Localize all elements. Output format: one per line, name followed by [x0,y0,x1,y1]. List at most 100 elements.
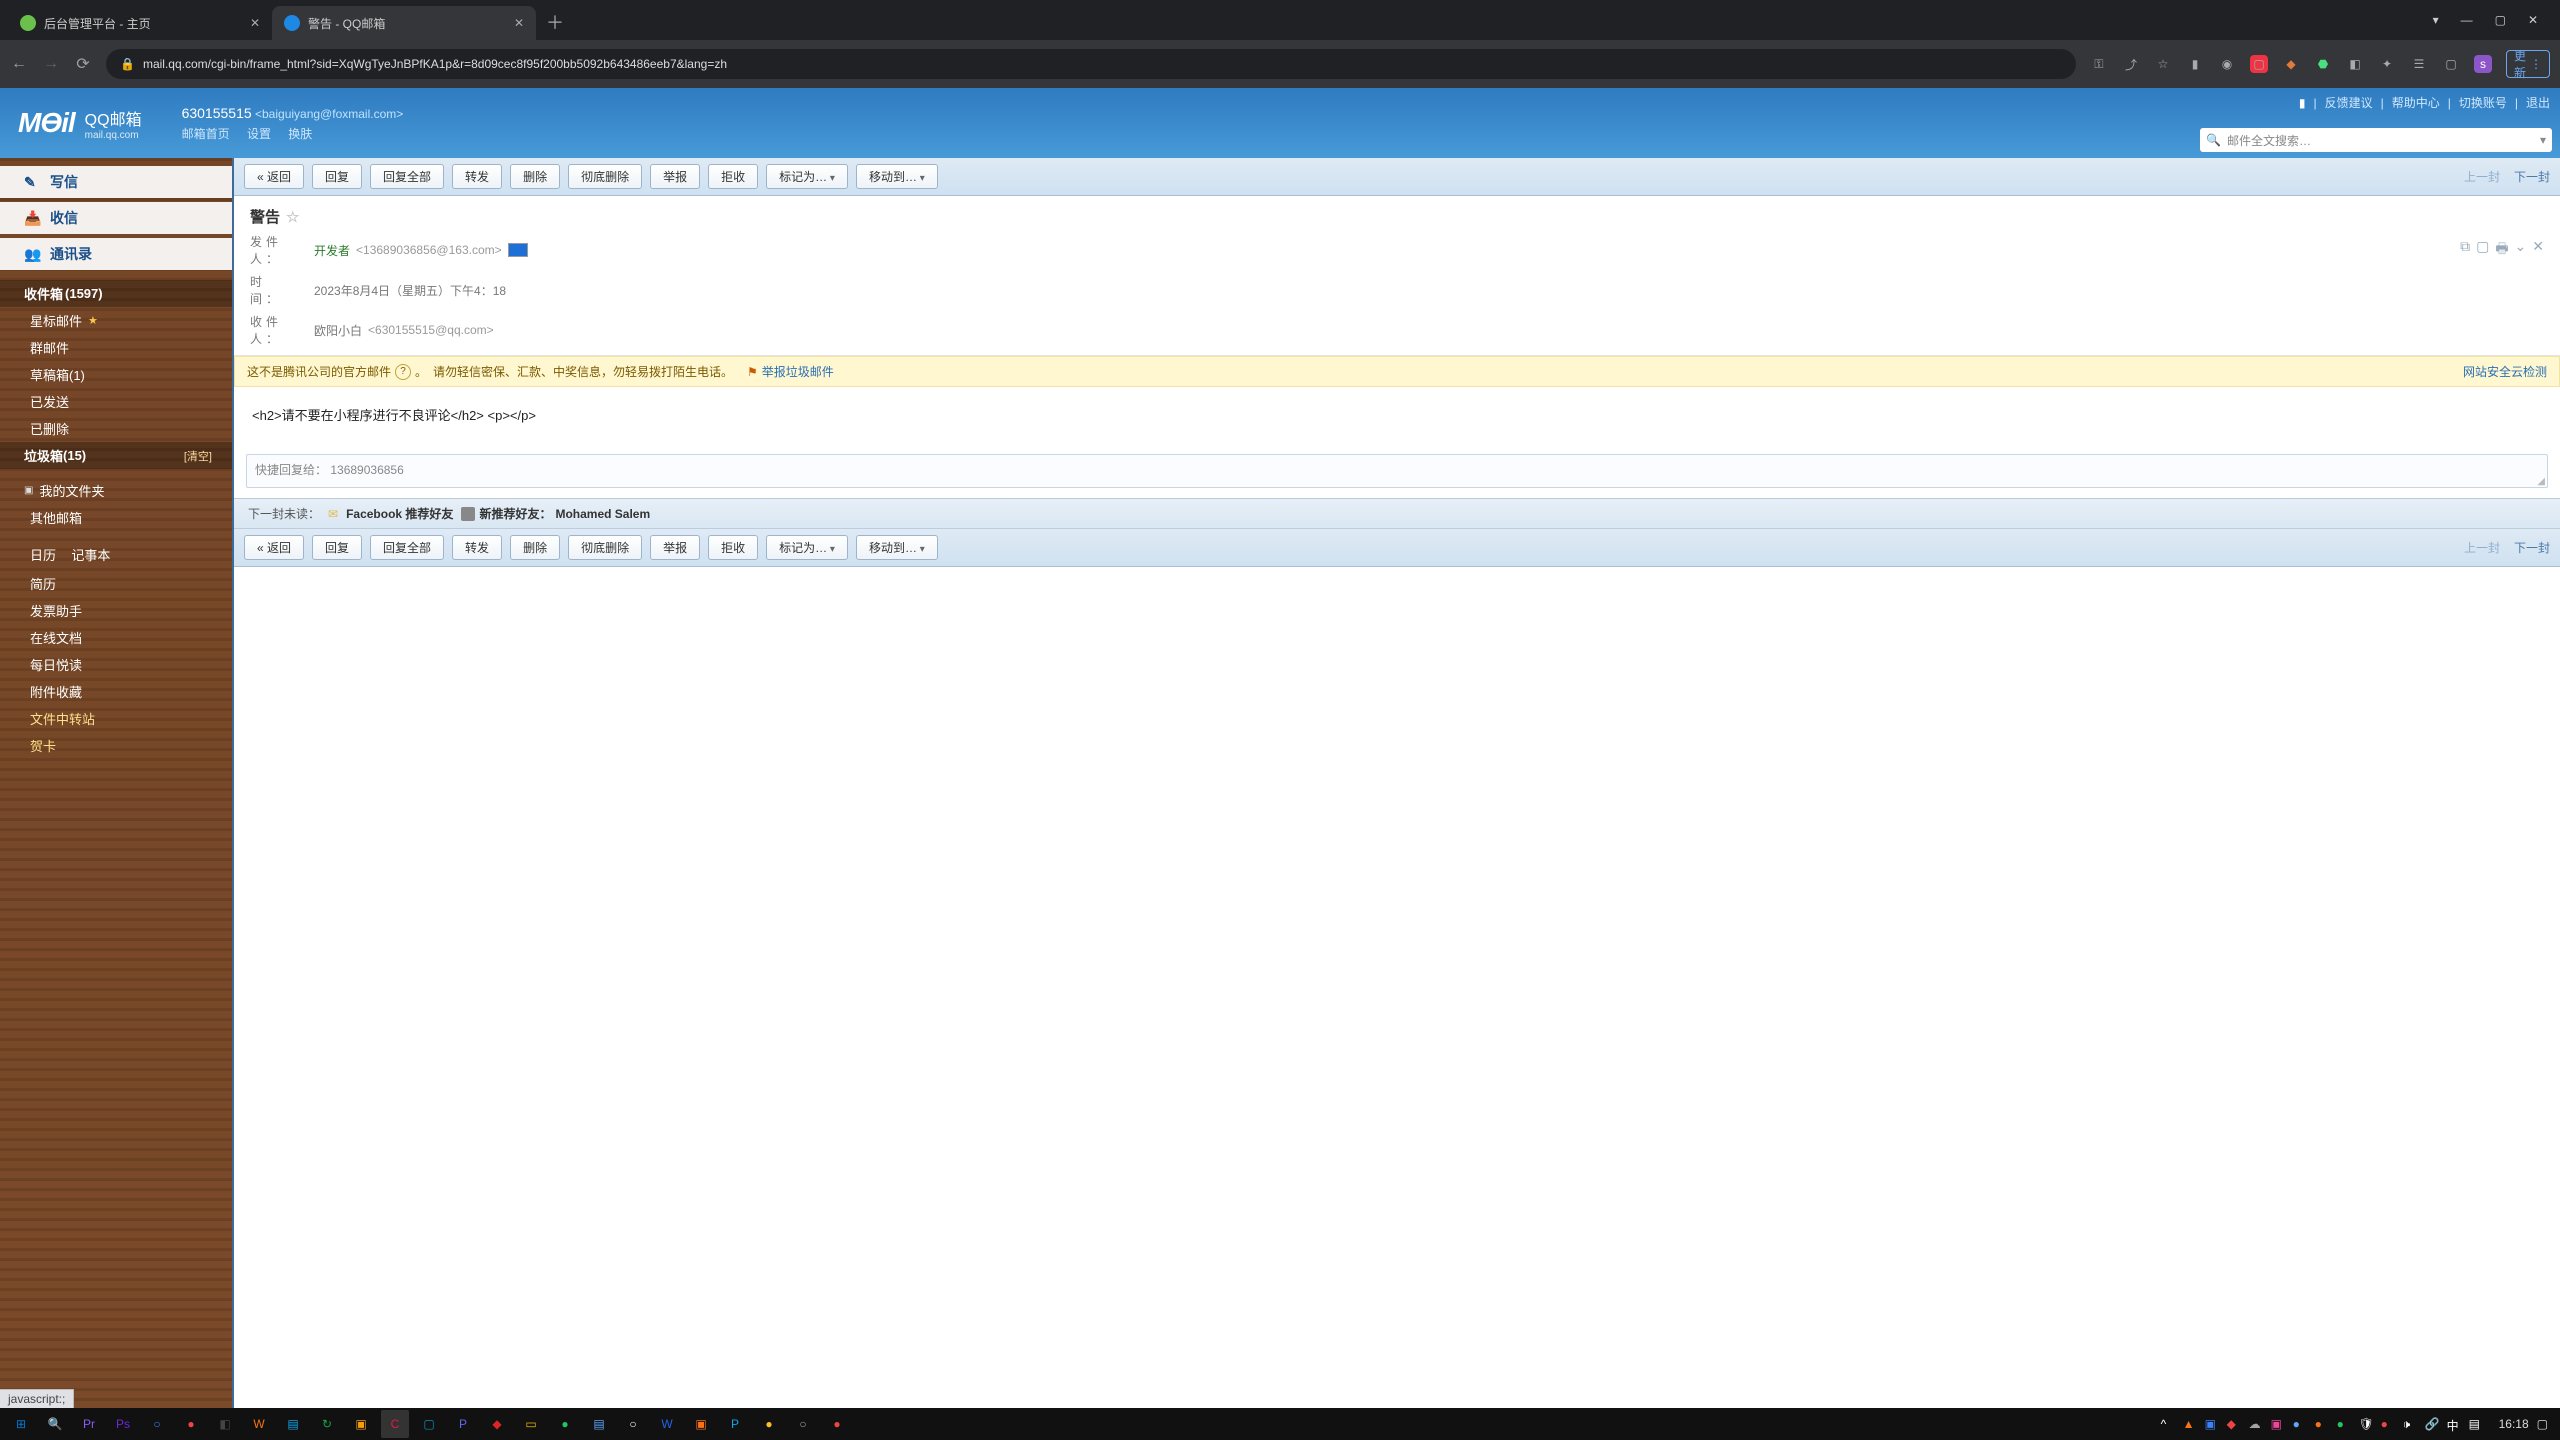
forward-icon[interactable]: → [42,55,60,73]
taskbar-app[interactable]: ▣ [347,1410,375,1438]
close-icon[interactable]: ✕ [250,16,260,30]
mail-search[interactable]: 🔍 邮件全文搜索… ▾ [2200,128,2552,152]
taskbar-app[interactable]: ▤ [279,1410,307,1438]
report-button[interactable]: 举报 [650,164,700,189]
newwindow-icon[interactable]: ⧉ [2460,238,2470,262]
taskbar-app[interactable]: P [449,1410,477,1438]
tray-icon[interactable]: ▤ [2469,1417,2483,1431]
sidebar-item-junk[interactable]: 垃圾箱(15) [清空] [0,442,232,469]
question-icon[interactable]: ? [395,364,411,380]
junk-clear[interactable]: [清空] [184,448,212,464]
next-mail[interactable]: 下一封 [2514,168,2550,185]
report-spam-link[interactable]: 举报垃圾邮件 [762,363,834,380]
profile-avatar[interactable]: s [2474,55,2492,73]
ext-icon[interactable]: ◉ [2218,55,2236,73]
taskbar-app[interactable]: ▣ [687,1410,715,1438]
new-tab-button[interactable]: ＋ [546,9,564,35]
reload-icon[interactable]: ⟳ [74,54,92,74]
link-feedback[interactable]: 反馈建议 [2325,94,2373,111]
key-icon[interactable]: ⚿ [2090,55,2108,73]
taskbar-app[interactable]: ○ [619,1410,647,1438]
back-button[interactable]: « 返回 [244,164,304,189]
tray-icon[interactable]: ▣ [2271,1417,2285,1431]
reply-all-button[interactable]: 回复全部 [370,164,444,189]
tab-0[interactable]: 后台管理平台 - 主页 ✕ [8,6,272,40]
taskbar-app[interactable]: ● [551,1410,579,1438]
tab-1[interactable]: 警告 - QQ邮箱 ✕ [272,6,536,40]
taskbar-app[interactable]: ▭ [517,1410,545,1438]
reply-button[interactable]: 回复 [312,164,362,189]
minimize-icon[interactable]: — [2461,13,2473,27]
taskbar-app[interactable]: ◧ [211,1410,239,1438]
bookmark-icon[interactable]: ▮ [2299,96,2306,110]
address-bar[interactable]: 🔒 mail.qq.com/cgi-bin/frame_html?sid=XqW… [106,49,2076,79]
taskbar-app[interactable]: P [721,1410,749,1438]
more-icon[interactable]: ✕ [2532,238,2544,262]
receive-button[interactable]: 📥收信 [0,202,232,234]
prev-mail[interactable]: 上一封 [2464,168,2500,185]
reply-all-button[interactable]: 回复全部 [370,535,444,560]
next-mail[interactable]: 下一封 [2514,539,2550,556]
link-logout[interactable]: 退出 [2526,94,2550,111]
maximize-icon[interactable]: ▢ [2495,13,2506,27]
sidebar-link[interactable]: 附件收藏 [0,678,232,705]
move-to-dropdown[interactable]: 移动到… [856,164,938,189]
mark-as-dropdown[interactable]: 标记为… [766,535,848,560]
link-skin[interactable]: 换肤 [288,127,312,141]
sidebar-link[interactable]: 发票助手 [0,597,232,624]
taskbar-app[interactable]: W [653,1410,681,1438]
taskbar-app[interactable]: Ps [109,1410,137,1438]
sidebar-calendar[interactable]: 日历 [30,545,56,564]
safety-check-link[interactable]: 网站安全云检测 [2463,363,2547,380]
translate-icon[interactable]: 🖶 [2495,238,2508,262]
extensions-icon[interactable]: ✦ [2378,55,2396,73]
tray-icon[interactable]: ^ [2161,1417,2175,1431]
taskbar-app[interactable]: Pr [75,1410,103,1438]
back-icon[interactable]: ← [10,55,28,73]
taskbar-app[interactable]: W [245,1410,273,1438]
encoding-icon[interactable]: ⌄ [2515,238,2527,262]
delete-button[interactable]: 删除 [510,164,560,189]
sidebar-link[interactable]: 文件中转站 [0,705,232,732]
update-button[interactable]: 更新⋮ [2506,50,2550,78]
mark-as-dropdown[interactable]: 标记为… [766,164,848,189]
move-to-dropdown[interactable]: 移动到… [856,535,938,560]
sidebar-notes[interactable]: 记事本 [71,545,110,564]
link-settings[interactable]: 设置 [247,127,271,141]
link-switch[interactable]: 切换账号 [2459,94,2507,111]
back-button[interactable]: « 返回 [244,535,304,560]
tray-icon[interactable]: 🕩 [2403,1417,2417,1431]
share-icon[interactable]: ⤴ [2122,55,2140,73]
taskbar-app[interactable]: ● [177,1410,205,1438]
tray-icon[interactable]: ▲ [2183,1417,2197,1431]
taskbar-app[interactable]: 🔍 [41,1410,69,1438]
next-unread-2-name[interactable]: Mohamed Salem [555,507,650,521]
sidebar-item-group[interactable]: 群邮件 [0,334,232,361]
sidebar-link[interactable]: 贺卡 [0,732,232,759]
next-unread-1[interactable]: Facebook 推荐好友 [346,505,453,522]
sidebar-link[interactable]: 在线文档 [0,624,232,651]
reply-button[interactable]: 回复 [312,535,362,560]
ext-icon[interactable]: ⬣ [2314,55,2332,73]
chevron-down-icon[interactable]: ▾ [2433,13,2439,27]
taskbar-app[interactable]: ● [823,1410,851,1438]
delete-button[interactable]: 删除 [510,535,560,560]
panel-icon[interactable]: ▢ [2442,55,2460,73]
sidebar-item-drafts[interactable]: 草稿箱(1) [0,361,232,388]
sidebar-item-sent[interactable]: 已发送 [0,388,232,415]
taskbar-app[interactable]: ● [755,1410,783,1438]
resize-grip-icon[interactable]: ◢ [2537,476,2545,487]
sidebar-other-mail[interactable]: 其他邮箱 [0,504,232,531]
contacts-button[interactable]: 👥通讯录 [0,238,232,270]
ext-icon[interactable]: ◧ [2346,55,2364,73]
tray-icon[interactable]: 🔗 [2425,1417,2439,1431]
link-mailhome[interactable]: 邮箱首页 [182,127,230,141]
close-icon[interactable]: ✕ [2528,13,2538,27]
tray-icon[interactable]: ◆ [2227,1417,2241,1431]
qqmail-logo[interactable]: MƟil QQ邮箱 mail.qq.com [0,106,142,141]
ext-icon[interactable]: ▮ [2186,55,2204,73]
tray-icon[interactable]: ● [2315,1417,2329,1431]
quick-reply-input[interactable]: 快捷回复给： 13689036856 ◢ [246,454,2548,488]
tray-icon[interactable]: 中 [2447,1417,2461,1431]
taskbar-app[interactable]: ○ [143,1410,171,1438]
